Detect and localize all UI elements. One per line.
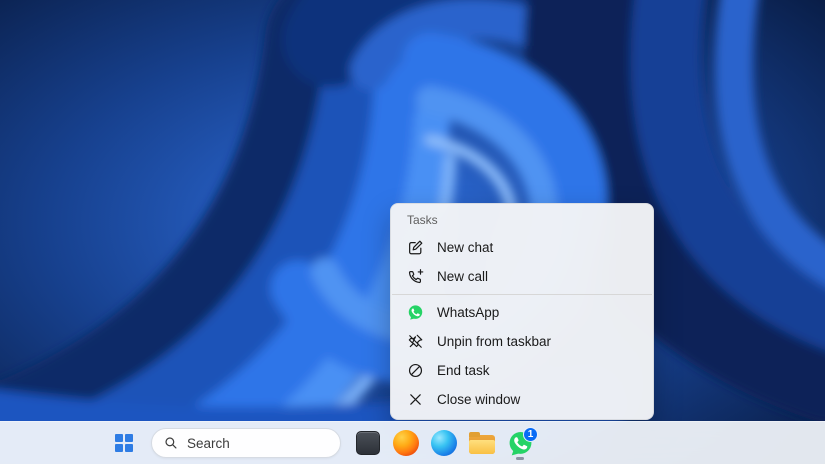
taskbar-center-group: Search 1: [0, 425, 539, 461]
dark-app-window-icon: [356, 431, 380, 455]
search-icon: [164, 436, 178, 450]
menu-item-label: Close window: [437, 392, 520, 407]
new-chat-icon: [407, 239, 424, 256]
search-label: Search: [187, 436, 230, 451]
menu-item-end-task[interactable]: End task: [391, 356, 653, 385]
menu-item-new-chat[interactable]: New chat: [391, 233, 653, 262]
notification-badge: 1: [523, 427, 538, 442]
windows-logo-icon: [115, 434, 133, 452]
taskbar-app-whatsapp[interactable]: 1: [502, 425, 538, 461]
taskbar-app-dark-window[interactable]: [350, 425, 386, 461]
end-task-icon: [407, 362, 424, 379]
whatsapp-icon: [407, 304, 424, 321]
file-explorer-icon: [469, 435, 495, 454]
taskbar: Search 1: [0, 421, 825, 464]
close-icon: [407, 391, 424, 408]
start-button[interactable]: [106, 425, 142, 461]
taskbar-app-file-explorer[interactable]: [464, 425, 500, 461]
menu-item-label: New chat: [437, 240, 493, 255]
menu-item-unpin[interactable]: Unpin from taskbar: [391, 327, 653, 356]
unpin-icon: [407, 333, 424, 350]
menu-separator: [392, 294, 652, 295]
menu-item-label: WhatsApp: [437, 305, 499, 320]
running-app-indicator: [516, 457, 524, 460]
menu-item-whatsapp[interactable]: WhatsApp: [391, 298, 653, 327]
taskbar-app-firefox[interactable]: [388, 425, 424, 461]
menu-item-close-window[interactable]: Close window: [391, 385, 653, 414]
menu-item-label: End task: [437, 363, 490, 378]
new-call-icon: [407, 268, 424, 285]
taskbar-app-edge[interactable]: [426, 425, 462, 461]
menu-item-label: New call: [437, 269, 488, 284]
firefox-icon: [393, 430, 419, 456]
menu-item-new-call[interactable]: New call: [391, 262, 653, 291]
taskbar-context-menu: Tasks New chat New call WhatsAp: [390, 203, 654, 420]
edge-icon: [431, 430, 457, 456]
menu-section-title: Tasks: [391, 204, 653, 233]
search-input[interactable]: Search: [151, 428, 341, 458]
menu-item-label: Unpin from taskbar: [437, 334, 551, 349]
